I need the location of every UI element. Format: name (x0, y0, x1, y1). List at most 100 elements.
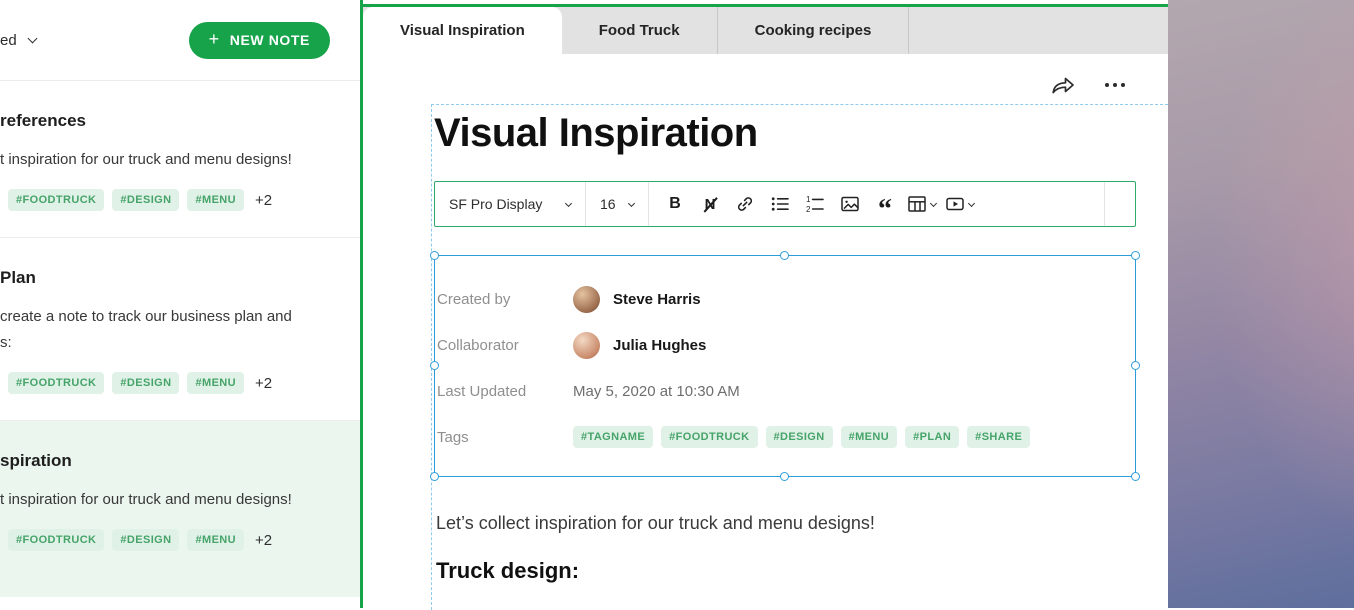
note-list-item-plan[interactable]: Plan create a note to track our business… (0, 238, 360, 421)
tag-pill: #FOODTRUCK (8, 529, 104, 551)
selection-handle-top-left[interactable] (430, 251, 439, 260)
note-tags: #FOODTRUCK #DESIGN #MENU +2 (0, 529, 360, 551)
note-metadata-block[interactable]: Created by Steve Harris Collaborator Jul… (434, 255, 1136, 477)
note-list-item-preferences[interactable]: references t inspiration for our truck a… (0, 81, 360, 238)
note-title: Plan (0, 268, 360, 288)
blockquote-button[interactable]: “ (872, 191, 898, 217)
image-icon (840, 194, 860, 214)
tab-visual-inspiration[interactable]: Visual Inspiration (363, 7, 562, 54)
person-value: Julia Hughes (573, 332, 1135, 359)
note-section-heading[interactable]: Truck design: (436, 558, 1168, 584)
person-name: Julia Hughes (613, 337, 706, 354)
chevron-down-icon (565, 199, 572, 206)
meta-label: Collaborator (437, 337, 573, 354)
note-excerpt: t inspiration for our truck and menu des… (0, 147, 360, 173)
avatar (573, 286, 600, 313)
chevron-down-icon (27, 33, 37, 43)
link-icon (735, 194, 755, 214)
bullet-list-button[interactable] (767, 191, 793, 217)
note-page-title[interactable]: Visual Inspiration (434, 111, 1168, 156)
tag-pill: #DESIGN (112, 189, 179, 211)
insert-image-button[interactable] (837, 191, 863, 217)
more-tags-count: +2 (255, 375, 272, 392)
person-value: Steve Harris (573, 286, 1135, 313)
font-size-value: 16 (600, 196, 616, 212)
font-family-select[interactable]: SF Pro Display (435, 182, 585, 226)
ellipsis-icon (1104, 82, 1126, 88)
sort-dropdown[interactable]: ed (0, 32, 36, 49)
table-icon (907, 194, 927, 214)
video-icon (945, 194, 965, 214)
tag-pill: #DESIGN (112, 529, 179, 551)
chevron-down-icon (628, 199, 635, 206)
document-actions (1050, 74, 1126, 96)
meta-row-last-updated: Last Updated May 5, 2020 at 10:30 AM (437, 368, 1135, 414)
numbered-list-button[interactable]: 1 2 (802, 191, 828, 217)
sort-label: ed (0, 32, 17, 49)
note-excerpt: t inspiration for our truck and menu des… (0, 487, 360, 513)
bold-icon: B (669, 195, 681, 213)
more-options-button[interactable] (1104, 82, 1126, 88)
avatar (573, 332, 600, 359)
tab-bar: Visual Inspiration Food Truck Cooking re… (363, 7, 1168, 54)
tag-pill: #MENU (187, 372, 244, 394)
selection-handle-middle-right[interactable] (1131, 361, 1140, 370)
desktop-wallpaper (1168, 0, 1354, 608)
insert-video-button[interactable] (945, 191, 974, 217)
tag-pill: #MENU (187, 529, 244, 551)
selection-handle-middle-left[interactable] (430, 361, 439, 370)
person-name: Steve Harris (613, 291, 701, 308)
meta-label: Tags (437, 429, 573, 446)
editor-selection-outline: Visual Inspiration SF Pro Display 16 (431, 104, 1168, 610)
bold-button[interactable]: B (662, 191, 688, 217)
selection-handle-bottom-left[interactable] (430, 472, 439, 481)
note-body-paragraph[interactable]: Let’s collect inspiration for our truck … (436, 513, 1168, 534)
font-size-select[interactable]: 16 (586, 182, 648, 226)
note-title: references (0, 111, 360, 131)
tab-label: Cooking recipes (755, 22, 872, 39)
tag-pill: #FOODTRUCK (8, 189, 104, 211)
meta-tags: #TAGNAME #FOODTRUCK #DESIGN #MENU #PLAN … (573, 426, 1135, 448)
meta-row-collaborator: Collaborator Julia Hughes (437, 322, 1135, 368)
tag-pill[interactable]: #TAGNAME (573, 426, 653, 448)
note-tags: #FOODTRUCK #DESIGN #MENU +2 (0, 189, 360, 211)
sidebar-header: ed + NEW NOTE (0, 0, 360, 81)
bullet-list-icon (770, 194, 790, 214)
new-note-button[interactable]: + NEW NOTE (189, 22, 330, 59)
svg-text:1: 1 (806, 195, 811, 204)
note-list-item-visual-inspiration-selected[interactable]: spiration t inspiration for our truck an… (0, 421, 360, 597)
plus-icon: + (209, 29, 220, 50)
clear-formatting-button[interactable]: N (697, 191, 723, 217)
chevron-down-icon (968, 199, 975, 206)
note-excerpt-line2: s: (0, 330, 360, 356)
share-icon (1050, 74, 1076, 96)
tag-pill[interactable]: #SHARE (967, 426, 1030, 448)
quote-icon: “ (878, 205, 892, 215)
selection-handle-top-right[interactable] (1131, 251, 1140, 260)
selection-handle-bottom-right[interactable] (1131, 472, 1140, 481)
tag-pill[interactable]: #PLAN (905, 426, 959, 448)
selection-handle-top-center[interactable] (780, 251, 789, 260)
last-updated-value: May 5, 2020 at 10:30 AM (573, 383, 1135, 400)
more-tags-count: +2 (255, 532, 272, 549)
note-tags: #FOODTRUCK #DESIGN #MENU +2 (0, 372, 360, 394)
notes-sidebar: ed + NEW NOTE references t inspiration f… (0, 0, 360, 608)
svg-text:2: 2 (806, 205, 811, 214)
meta-label: Last Updated (437, 383, 573, 400)
editor-pane-top-border (363, 0, 1168, 7)
font-family-value: SF Pro Display (449, 196, 542, 212)
tag-pill[interactable]: #MENU (841, 426, 898, 448)
link-button[interactable] (732, 191, 758, 217)
tag-pill[interactable]: #DESIGN (766, 426, 833, 448)
selection-handle-bottom-center[interactable] (780, 472, 789, 481)
insert-table-button[interactable] (907, 191, 936, 217)
tag-pill: #FOODTRUCK (8, 372, 104, 394)
editor-pane: Visual Inspiration Food Truck Cooking re… (360, 0, 1168, 608)
tag-pill[interactable]: #FOODTRUCK (661, 426, 757, 448)
toolbar-divider (1104, 182, 1105, 226)
tab-cooking-recipes[interactable]: Cooking recipes (718, 7, 910, 54)
share-button[interactable] (1050, 74, 1076, 96)
tab-food-truck[interactable]: Food Truck (562, 7, 718, 54)
app-window: ed + NEW NOTE references t inspiration f… (0, 0, 1168, 608)
tag-pill: #DESIGN (112, 372, 179, 394)
